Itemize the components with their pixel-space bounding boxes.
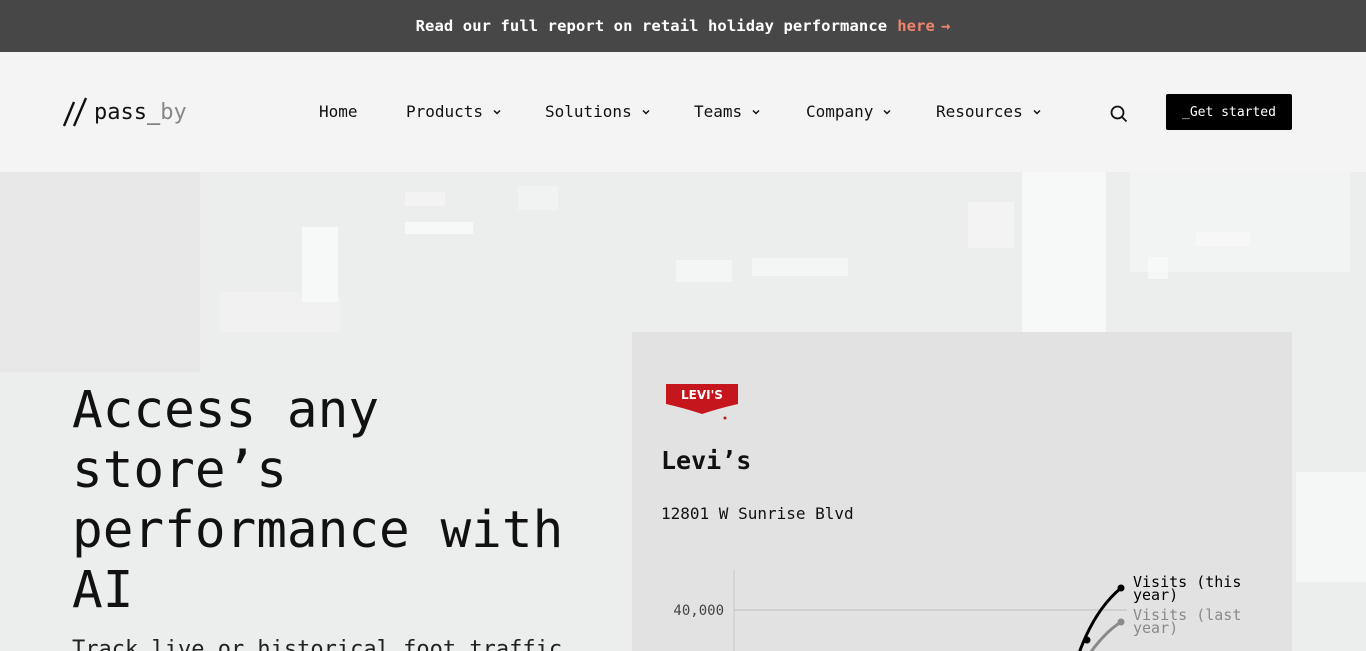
chevron-down-icon bbox=[752, 109, 760, 115]
chevron-down-icon bbox=[1033, 109, 1041, 115]
banner-link[interactable]: here bbox=[897, 17, 935, 35]
nav-item-company[interactable]: Company bbox=[806, 102, 892, 121]
nav-item-label: Solutions bbox=[545, 102, 632, 121]
get-started-button[interactable]: _Get started bbox=[1166, 94, 1292, 130]
series-label-last-year: Visits (last year) bbox=[1133, 606, 1250, 637]
nav-item-solutions[interactable]: Solutions bbox=[545, 102, 651, 121]
levis-logo: LEVI'S bbox=[666, 384, 738, 420]
nav-item-home[interactable]: Home bbox=[319, 102, 358, 121]
store-performance-card: LEVI'S Levi’s 12801 W Sunrise Blvd 40,00… bbox=[632, 332, 1292, 651]
nav-item-label: Products bbox=[406, 102, 484, 121]
series-point-last-year bbox=[1117, 618, 1125, 626]
banner-text: Read our full report on retail holiday p… bbox=[415, 17, 888, 35]
hero-subline: Track live or historical foot traffic bbox=[72, 637, 563, 651]
search-icon[interactable] bbox=[1108, 103, 1130, 125]
chevron-down-icon bbox=[493, 109, 501, 115]
foot-traffic-chart: 40,000 Visits (this year) Visits (last y… bbox=[673, 570, 1250, 651]
nav-item-label: Home bbox=[319, 102, 358, 121]
nav-item-products[interactable]: Products bbox=[406, 102, 502, 121]
svg-text:LEVI'S: LEVI'S bbox=[681, 388, 723, 402]
y-tick-label: 40,000 bbox=[673, 603, 724, 619]
store-name: Levi’s bbox=[661, 446, 752, 475]
logo-wordmark-suffix: by bbox=[160, 99, 187, 125]
hero-headline: Access any store’s performance with AI bbox=[72, 381, 564, 620]
logo[interactable]: pass_by bbox=[62, 96, 187, 128]
nav-item-teams[interactable]: Teams bbox=[694, 102, 761, 121]
nav-item-label: Teams bbox=[694, 102, 743, 121]
chevron-down-icon bbox=[883, 109, 891, 115]
series-point-this-year bbox=[1083, 636, 1091, 644]
series-label-this-year: Visits (this year) bbox=[1133, 573, 1250, 604]
top-navigation: pass_by Home Products Solutions Teams Co… bbox=[0, 52, 1366, 172]
announcement-banner: Read our full report on retail holiday p… bbox=[0, 0, 1366, 52]
nav-item-resources[interactable]: Resources bbox=[936, 102, 1042, 121]
logo-wordmark: pass_by bbox=[94, 100, 187, 125]
series-point-this-year bbox=[1117, 584, 1125, 592]
logo-wordmark-main: pass_ bbox=[94, 99, 161, 125]
nav-item-label: Resources bbox=[936, 102, 1023, 121]
nav-item-label: Company bbox=[806, 102, 874, 121]
logo-slashes-icon bbox=[62, 97, 88, 127]
arrow-right-icon[interactable]: → bbox=[941, 17, 950, 35]
store-address: 12801 W Sunrise Blvd bbox=[661, 504, 854, 523]
chevron-down-icon bbox=[642, 109, 650, 115]
